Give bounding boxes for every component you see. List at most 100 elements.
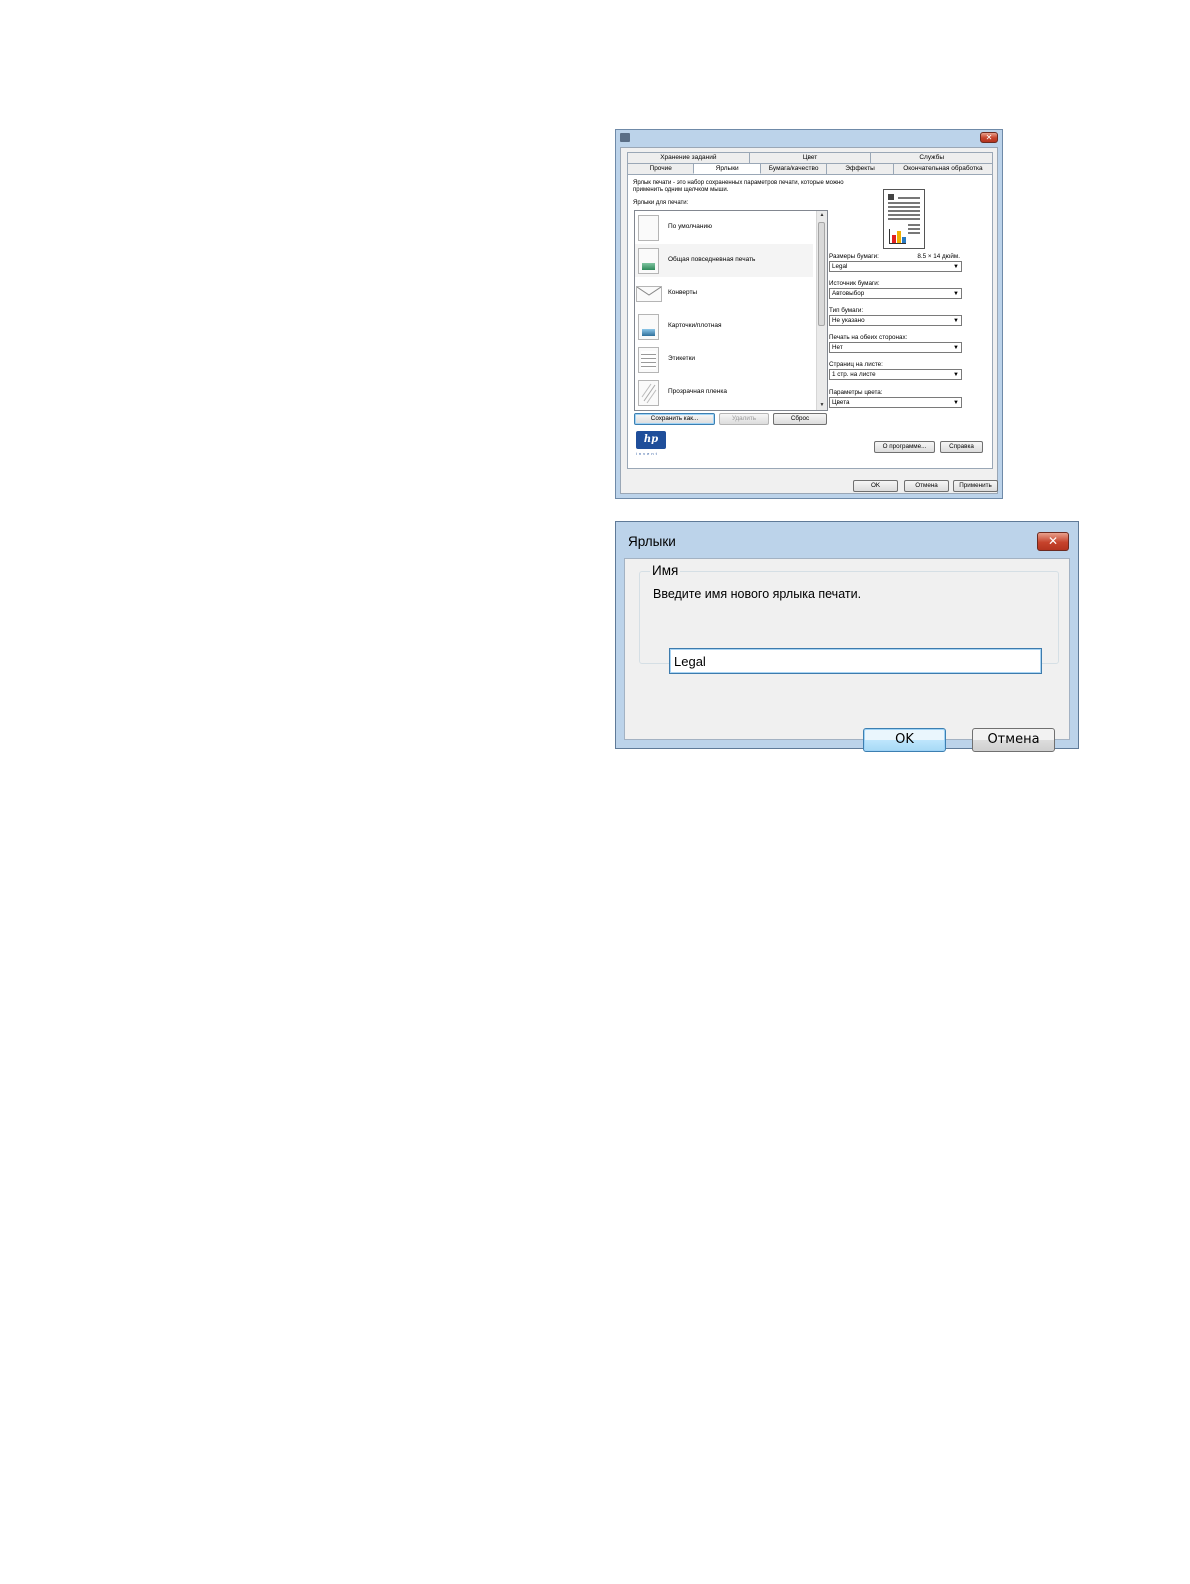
- preview-line: [908, 224, 920, 226]
- list-item[interactable]: По умолчанию: [635, 211, 813, 244]
- tab-paper-quality[interactable]: Бумага/качество: [759, 163, 828, 174]
- photo-page-icon: [638, 248, 659, 274]
- printer-icon: [620, 133, 630, 142]
- preview-letter-icon: [888, 194, 894, 200]
- page-preview: [883, 189, 925, 249]
- duplex-value: Нет: [832, 344, 843, 351]
- pages-per-sheet-field: Страниц на листе: 1 стр. на листе ▼: [829, 361, 962, 380]
- chevron-down-icon: ▼: [953, 345, 959, 351]
- name-prompt: Введите имя нового ярлыка печати.: [653, 587, 862, 601]
- list-item[interactable]: Карточки/плотная: [635, 310, 813, 343]
- preview-line: [888, 202, 920, 204]
- card-stock-icon: [638, 314, 659, 340]
- tab-color[interactable]: Цвет: [748, 152, 872, 163]
- about-button[interactable]: О программе...: [874, 441, 935, 453]
- paper-source-select[interactable]: Автовыбор ▼: [829, 288, 962, 299]
- ok-button[interactable]: OK: [853, 480, 898, 492]
- hp-logo-tagline: invent: [636, 451, 659, 456]
- preview-chart-icon: [889, 229, 906, 244]
- list-item[interactable]: Конверты: [635, 277, 813, 310]
- paper-size-value: Legal: [832, 263, 848, 270]
- tab-row-front: Прочие Ярлыки Бумага/качество Эффекты Ок…: [627, 163, 993, 174]
- tab-job-storage[interactable]: Хранение заданий: [627, 152, 750, 163]
- tab-effects[interactable]: Эффекты: [826, 163, 894, 174]
- delete-button[interactable]: Удалить: [719, 413, 769, 425]
- color-options-value: Цвета: [832, 399, 850, 406]
- scroll-down-icon[interactable]: ▼: [817, 401, 827, 410]
- list-scrollbar[interactable]: ▲ ▼: [816, 211, 827, 410]
- close-button[interactable]: ✕: [980, 132, 998, 143]
- paper-source-label: Источник бумаги:: [829, 280, 880, 287]
- chevron-down-icon: ▼: [953, 318, 959, 324]
- cancel-button[interactable]: Отмена: [904, 480, 949, 492]
- tab-services[interactable]: Службы: [870, 152, 994, 163]
- duplex-select[interactable]: Нет ▼: [829, 342, 962, 353]
- paper-size-dimensions: 8.5 × 14 дюйм.: [917, 253, 960, 260]
- list-item-label: Этикетки: [668, 355, 696, 362]
- list-item[interactable]: Прозрачная пленка: [635, 376, 813, 409]
- preview-line: [908, 232, 920, 234]
- transparency-icon: [638, 380, 659, 406]
- paper-size-select[interactable]: Legal ▼: [829, 261, 962, 272]
- scroll-up-icon[interactable]: ▲: [817, 211, 827, 220]
- shortcut-name-input[interactable]: [669, 648, 1042, 674]
- dialog-cancel-button[interactable]: Отмена: [972, 728, 1055, 752]
- window-client-area: Хранение заданий Цвет Службы Прочие Ярлы…: [620, 147, 998, 494]
- list-item-label: По умолчанию: [668, 223, 712, 230]
- preview-line: [908, 228, 920, 230]
- paper-size-field: Размеры бумаги: 8.5 × 14 дюйм. Legal ▼: [829, 253, 962, 272]
- name-group-label: Имя: [650, 563, 681, 578]
- dialog-ok-button[interactable]: OK: [863, 728, 946, 752]
- chevron-down-icon: ▼: [953, 291, 959, 297]
- paper-type-field: Тип бумаги: Не указано ▼: [829, 307, 962, 326]
- dialog-title: Ярлыки: [628, 534, 676, 549]
- color-options-label: Параметры цвета:: [829, 389, 883, 396]
- chevron-down-icon: ▼: [953, 372, 959, 378]
- pages-per-sheet-label: Страниц на листе:: [829, 361, 883, 368]
- apply-button[interactable]: Применить: [953, 480, 998, 492]
- paper-size-label-text: Размеры бумаги:: [829, 253, 879, 260]
- list-item-label: Прозрачная пленка: [668, 388, 727, 395]
- preview-line: [898, 197, 920, 199]
- scrollbar-thumb[interactable]: [818, 222, 825, 326]
- chevron-down-icon: ▼: [953, 400, 959, 406]
- preview-line: [888, 210, 920, 212]
- pages-per-sheet-select[interactable]: 1 стр. на листе ▼: [829, 369, 962, 380]
- tab-shortcuts[interactable]: Ярлыки: [693, 163, 761, 174]
- chevron-down-icon: ▼: [953, 264, 959, 270]
- dialog-close-button[interactable]: ✕: [1037, 532, 1069, 551]
- intro-text: Ярлык печати - это набор сохраненных пар…: [633, 180, 844, 193]
- tab-advanced[interactable]: Прочие: [627, 163, 695, 174]
- duplex-label: Печать на обеих сторонах:: [829, 334, 908, 341]
- list-item-label: Общая повседневная печать: [668, 256, 756, 263]
- help-button[interactable]: Справка: [940, 441, 983, 453]
- paper-type-select[interactable]: Не указано ▼: [829, 315, 962, 326]
- dialog-client-area: Имя Введите имя нового ярлыка печати. OK…: [624, 558, 1070, 752]
- reset-button[interactable]: Сброс: [773, 413, 827, 425]
- paper-type-value: Не указано: [832, 317, 865, 324]
- color-options-field: Параметры цвета: Цвета ▼: [829, 389, 962, 408]
- shortcut-name-dialog: Ярлыки ✕ Имя Введите имя нового ярлыка п…: [615, 521, 1079, 752]
- hp-logo: hp: [636, 431, 666, 449]
- list-item-label: Конверты: [668, 289, 698, 296]
- preview-line: [888, 206, 920, 208]
- close-icon: ✕: [1047, 534, 1059, 548]
- blank-page-icon: [638, 215, 659, 241]
- paper-size-label: Размеры бумаги: 8.5 × 14 дюйм.: [829, 253, 962, 261]
- preview-line: [888, 214, 920, 216]
- list-item[interactable]: Общая повседневная печать: [635, 244, 813, 277]
- tab-row-back: Хранение заданий Цвет Службы: [627, 152, 994, 163]
- color-options-select[interactable]: Цвета ▼: [829, 397, 962, 408]
- paper-source-field: Источник бумаги: Автовыбор ▼: [829, 280, 962, 299]
- paper-source-value: Автовыбор: [832, 290, 865, 297]
- shortcuts-list[interactable]: По умолчанию Общая повседневная печать К…: [634, 210, 828, 411]
- save-as-button[interactable]: Сохранить как...: [634, 413, 715, 425]
- list-item[interactable]: Этикетки: [635, 343, 813, 376]
- list-item-label: Карточки/плотная: [668, 322, 722, 329]
- paper-type-label: Тип бумаги:: [829, 307, 864, 314]
- tab-finishing[interactable]: Окончательная обработка: [892, 163, 993, 174]
- shortcuts-list-label: Ярлыки для печати:: [633, 200, 689, 206]
- shortcuts-panel: Ярлык печати - это набор сохраненных пар…: [627, 174, 993, 469]
- labels-icon: [638, 347, 659, 373]
- close-icon: ✕: [985, 133, 993, 142]
